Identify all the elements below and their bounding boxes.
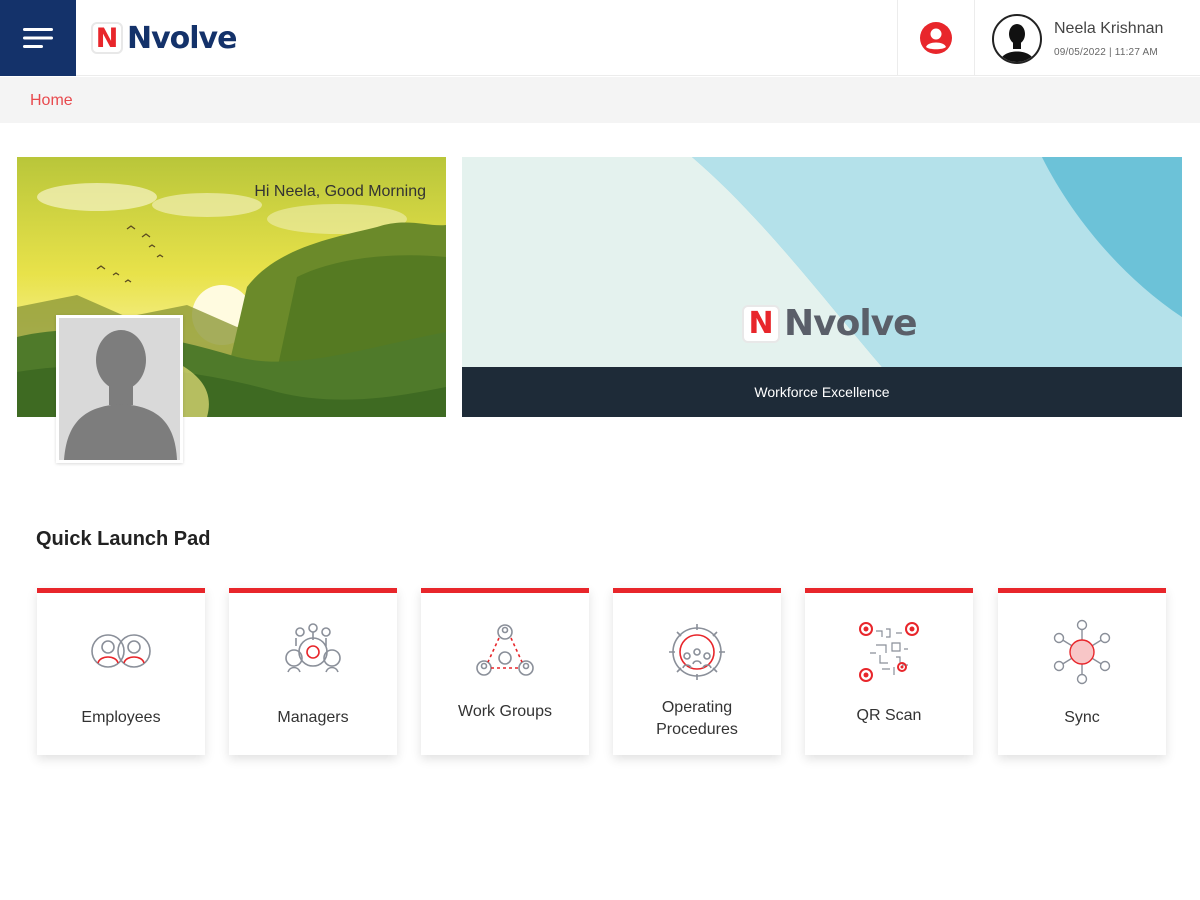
profile-button[interactable] — [898, 0, 974, 76]
brand-logo-mark: N — [742, 304, 780, 343]
user-name: Neela Krishnan — [1054, 20, 1164, 37]
hamburger-menu-icon — [23, 28, 53, 48]
tile-work-groups[interactable]: Work Groups — [421, 588, 589, 755]
tile-qr-scan[interactable]: QR Scan — [805, 588, 973, 755]
tile-operating-procedures[interactable]: Operating Procedures — [613, 588, 781, 755]
greeting-text: Hi Neela, Good Morning — [254, 183, 426, 200]
person-placeholder-icon — [59, 318, 180, 460]
breadcrumb: Home — [0, 77, 1200, 123]
account-circle-icon — [920, 22, 952, 54]
app-logo[interactable]: N Nvolve — [91, 20, 237, 56]
tile-label: QR Scan — [856, 707, 922, 724]
tile-label: Sync — [1064, 709, 1100, 726]
employees-icon — [88, 619, 154, 685]
breadcrumb-home-link[interactable]: Home — [30, 92, 73, 110]
tile-label: Employees — [81, 709, 161, 726]
brand-logo-mark-letter: N — [748, 305, 774, 341]
top-header: N Nvolve Neela Krishnan 09/05/2022 | 11:… — [0, 0, 1200, 76]
tile-label: Work Groups — [458, 703, 552, 720]
brand-banner: N Nvolve Workforce Excellence — [462, 157, 1182, 417]
brand-tagline: Workforce Excellence — [462, 367, 1182, 417]
qr-scan-icon — [856, 619, 922, 685]
tile-label: Managers — [277, 709, 349, 726]
brand-logo-text: Nvolve — [784, 303, 918, 344]
header-divider — [974, 0, 975, 76]
user-silhouette-icon — [1000, 24, 1034, 62]
tile-managers[interactable]: Managers — [229, 588, 397, 755]
operating-procedures-icon — [664, 619, 730, 685]
user-avatar[interactable] — [992, 14, 1042, 64]
work-groups-icon — [472, 619, 538, 685]
tile-label-line-2: Procedures — [656, 721, 738, 738]
tile-label-line-1: Operating — [661, 699, 733, 716]
tile-label: Operating Procedures — [613, 697, 781, 741]
logo-text: Nvolve — [127, 20, 237, 56]
logo-mark-letter: N — [95, 22, 119, 54]
quick-launch-title: Quick Launch Pad — [36, 528, 211, 550]
brand-logo: N Nvolve — [742, 303, 918, 344]
profile-photo[interactable] — [56, 315, 183, 463]
menu-button[interactable] — [0, 0, 76, 76]
tile-sync[interactable]: Sync — [998, 588, 1166, 755]
quick-launch-tiles: Employees Managers Work Groups Operating… — [37, 588, 1167, 758]
managers-icon — [280, 619, 346, 685]
logo-mark: N — [91, 22, 123, 54]
login-timestamp: 09/05/2022 | 11:27 AM — [1054, 47, 1158, 58]
tile-employees[interactable]: Employees — [37, 588, 205, 755]
sync-icon — [1049, 619, 1115, 685]
